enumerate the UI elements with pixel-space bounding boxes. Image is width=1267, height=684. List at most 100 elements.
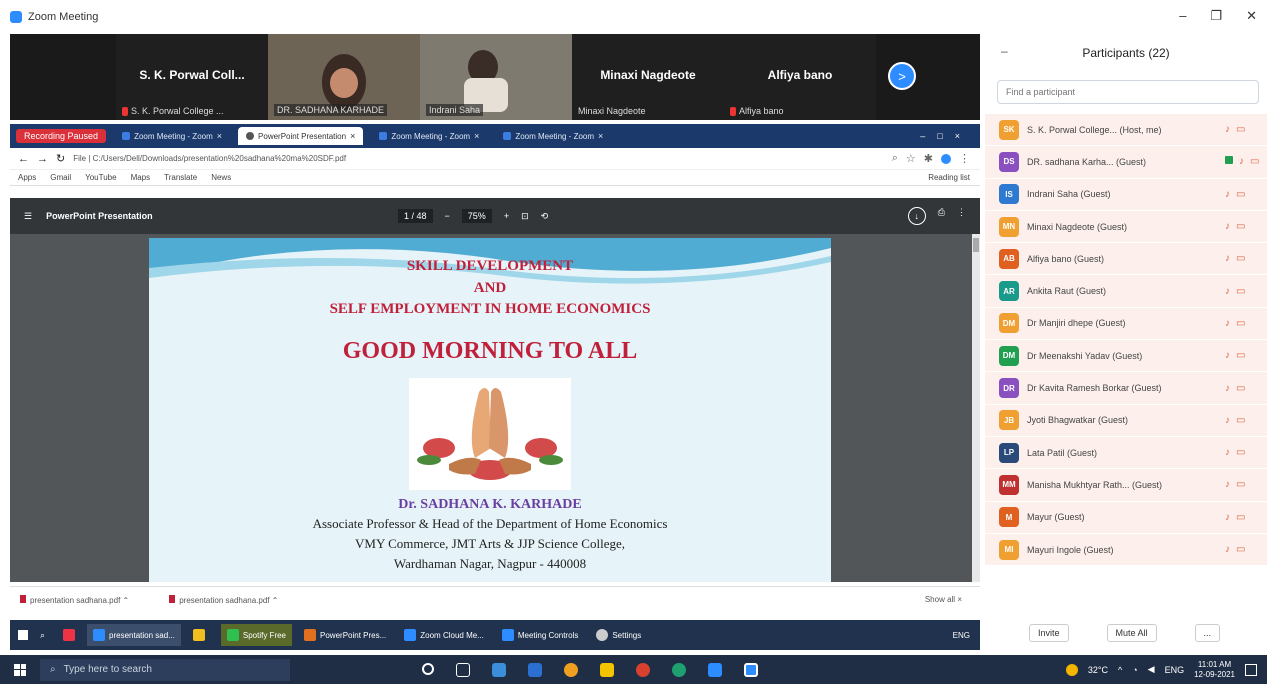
participant-search-input[interactable] xyxy=(997,80,1259,104)
chevron-up-icon[interactable]: ^ xyxy=(1118,665,1122,675)
video-off-icon[interactable]: ▭ xyxy=(1236,350,1245,361)
recording-status[interactable]: Recording Paused xyxy=(16,129,107,143)
video-off-icon[interactable]: ▭ xyxy=(1236,512,1245,523)
language-indicator[interactable]: ENG xyxy=(1165,665,1185,675)
mic-icon[interactable]: ♪ xyxy=(1239,156,1244,167)
video-tile[interactable]: S. K. Porwal Coll... S. K. Porwal Colleg… xyxy=(116,34,268,120)
show-all-button[interactable]: Show all × xyxy=(925,595,962,604)
close-icon[interactable]: × xyxy=(598,131,603,141)
star-icon[interactable]: ☆ xyxy=(906,152,916,165)
next-page-button[interactable]: > xyxy=(888,62,916,90)
participant-row[interactable]: DS DR. sadhana Karha... (Guest) ♪ ▭ xyxy=(985,146,1267,179)
volume-icon[interactable]: ◀ xyxy=(1148,664,1155,675)
bookmark-item[interactable]: Maps xyxy=(131,173,151,182)
close-icon[interactable]: × xyxy=(350,131,355,141)
mic-icon[interactable]: ♪ xyxy=(1225,221,1230,232)
more-icon[interactable]: ⋮ xyxy=(957,207,966,225)
more-button[interactable]: ... xyxy=(1194,624,1221,642)
participant-row[interactable]: AB Alfiya bano (Guest) ♪ ▭ xyxy=(985,243,1267,276)
muted-mic-icon[interactable]: ♪ xyxy=(1225,253,1230,264)
video-off-icon[interactable]: ▭ xyxy=(1236,189,1245,200)
taskbar-app[interactable]: Settings xyxy=(590,624,647,646)
clock[interactable]: 11:01 AM 12-09-2021 xyxy=(1194,660,1235,680)
download-icon[interactable]: ↓ xyxy=(907,207,926,225)
mute-all-button[interactable]: Mute All xyxy=(1106,624,1157,642)
video-tile[interactable]: DR. SADHANA KARHADE xyxy=(268,34,420,120)
close-icon[interactable]: × xyxy=(474,131,479,141)
menu-icon[interactable]: ⋮ xyxy=(959,152,970,165)
muted-mic-icon[interactable]: ♪ xyxy=(1225,479,1230,490)
zoom-meeting-icon[interactable] xyxy=(744,662,758,677)
participant-row[interactable]: DR Dr Kavita Ramesh Borkar (Guest) ♪ ▭ xyxy=(985,372,1267,405)
taskbar-app[interactable]: presentation sad... xyxy=(87,624,181,646)
taskbar-app[interactable]: PowerPoint Pres... xyxy=(298,624,392,646)
back-icon[interactable]: ← xyxy=(18,153,29,165)
video-tile[interactable]: Alfiya bano Alfiya bano xyxy=(724,34,876,120)
bookmark-item[interactable]: YouTube xyxy=(85,173,116,182)
taskbar-app[interactable]: Zoom Cloud Me... xyxy=(398,624,490,646)
muted-mic-icon[interactable]: ♪ xyxy=(1225,512,1230,523)
wifi-icon[interactable]: ◔ xyxy=(1132,665,1137,675)
participant-row[interactable]: MM Manisha Mukhtyar Rath... (Guest) ♪ ▭ xyxy=(985,469,1267,502)
rotate-icon[interactable]: ⟲ xyxy=(541,211,549,222)
close-icon[interactable]: × xyxy=(217,131,222,141)
page-indicator[interactable]: 1 / 48 xyxy=(398,209,433,223)
muted-mic-icon[interactable]: ♪ xyxy=(1225,318,1230,329)
participant-row[interactable]: IS Indrani Saha (Guest) ♪ ▭ xyxy=(985,178,1267,211)
participant-row[interactable]: DM Dr Meenakshi Yadav (Guest) ♪ ▭ xyxy=(985,340,1267,373)
participant-row[interactable]: SK S. K. Porwal College... (Host, me) ♪ ▭ xyxy=(985,114,1267,147)
profile-avatar[interactable] xyxy=(941,153,951,164)
participant-row[interactable]: MI Mayuri Ingole (Guest) ♪ ▭ xyxy=(985,533,1267,567)
chrome-icon[interactable] xyxy=(564,662,578,677)
muted-mic-icon[interactable]: ♪ xyxy=(1225,415,1230,426)
zoom-icon[interactable] xyxy=(708,662,722,677)
window-controls[interactable]: –□× xyxy=(920,131,972,141)
muted-mic-icon[interactable]: ♪ xyxy=(1225,383,1230,394)
reload-icon[interactable]: ↻ xyxy=(56,152,65,165)
participant-row[interactable]: AR Ankita Raut (Guest) ♪ ▭ xyxy=(985,275,1267,308)
muted-mic-icon[interactable]: ♪ xyxy=(1225,350,1230,361)
taskbar-app[interactable]: Meeting Controls xyxy=(496,624,584,646)
invite-button[interactable]: Invite xyxy=(1029,624,1069,642)
download-item[interactable]: presentation sadhana.pdf ⌃ xyxy=(20,594,129,605)
video-off-icon[interactable]: ▭ xyxy=(1236,253,1245,264)
windows-start-icon[interactable] xyxy=(14,663,26,676)
print-icon[interactable]: ⎙ xyxy=(938,207,945,225)
task-view-icon[interactable] xyxy=(456,662,470,677)
muted-mic-icon[interactable]: ♪ xyxy=(1225,124,1230,135)
scrollbar[interactable] xyxy=(972,234,980,582)
app-icon[interactable] xyxy=(672,662,686,677)
browser-tab[interactable]: Zoom Meeting - Zoom × xyxy=(495,127,611,145)
restore-icon[interactable]: ❐ xyxy=(1210,8,1222,24)
video-off-icon[interactable]: ▭ xyxy=(1236,124,1245,135)
participant-row[interactable]: MN Minaxi Nagdeote (Guest) ♪ ▭ xyxy=(985,210,1267,244)
participant-row[interactable]: DM Dr Manjiri dhepe (Guest) ♪ ▭ xyxy=(985,307,1267,341)
muted-mic-icon[interactable]: ♪ xyxy=(1225,286,1230,297)
search-icon[interactable]: ⌕ xyxy=(40,630,45,641)
search-icon[interactable]: ⌕ xyxy=(892,152,898,165)
reading-list[interactable]: Reading list xyxy=(928,173,970,182)
weather-icon[interactable] xyxy=(1065,663,1078,676)
bookmark-item[interactable]: Gmail xyxy=(50,173,71,182)
browser-tab[interactable]: Zoom Meeting - Zoom × xyxy=(114,127,230,145)
taskbar-app[interactable] xyxy=(57,624,81,646)
video-tile[interactable]: Minaxi Nagdeote Minaxi Nagdeote xyxy=(572,34,724,120)
weather-temp[interactable]: 32°C xyxy=(1088,665,1108,675)
fit-page-icon[interactable]: ⊡ xyxy=(521,211,529,222)
taskbar-app[interactable] xyxy=(187,624,215,646)
zoom-level[interactable]: 75% xyxy=(461,209,492,223)
muted-mic-icon[interactable]: ♪ xyxy=(1225,447,1230,458)
windows-start-icon[interactable] xyxy=(18,630,28,640)
browser-tab[interactable]: Zoom Meeting - Zoom × xyxy=(371,127,487,145)
cortana-icon[interactable] xyxy=(422,662,434,675)
mic-icon[interactable]: ♪ xyxy=(1225,189,1230,200)
zoom-out-icon[interactable]: − xyxy=(445,211,450,221)
video-tile[interactable]: Indrani Saha xyxy=(420,34,572,120)
edge-icon[interactable] xyxy=(492,662,506,677)
file-explorer-icon[interactable] xyxy=(600,662,614,677)
participant-row[interactable]: M Mayur (Guest) ♪ ▭ xyxy=(985,501,1267,534)
muted-mic-icon[interactable]: ♪ xyxy=(1225,544,1230,555)
notification-icon[interactable] xyxy=(1245,663,1257,676)
hamburger-icon[interactable]: ☰ xyxy=(24,211,32,222)
video-off-icon[interactable]: ▭ xyxy=(1236,286,1245,297)
